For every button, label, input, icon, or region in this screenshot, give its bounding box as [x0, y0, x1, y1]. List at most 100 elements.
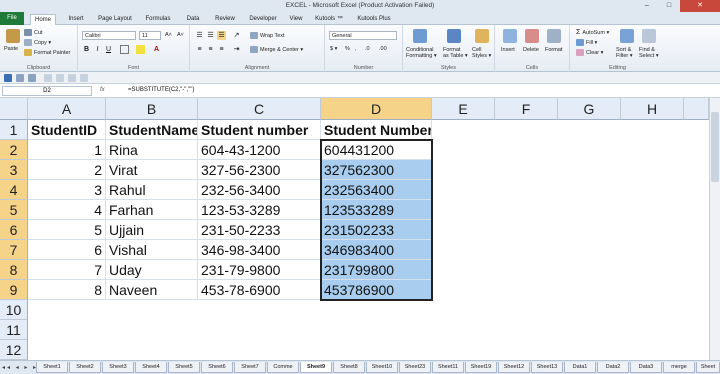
align-left-icon[interactable]: ≡ — [195, 45, 204, 54]
table-cell[interactable]: 6 — [28, 240, 106, 260]
sheet-tab-sheet1[interactable]: Sheet1 — [36, 362, 68, 373]
row-header[interactable]: 6 — [0, 220, 28, 240]
sheet-tab-sheet12[interactable]: Sheet12 — [498, 362, 530, 373]
sheet-tab-sheet8[interactable]: Sheet8 — [333, 362, 365, 373]
table-cell[interactable]: Virat — [106, 160, 198, 180]
underline-button[interactable]: U — [104, 45, 113, 54]
align-bottom-icon[interactable]: ☰ — [217, 31, 226, 40]
table-cell[interactable]: 7 — [28, 260, 106, 280]
sheet-tab-sheet10[interactable]: Sheet10 — [366, 362, 398, 373]
sheet-tab-sheet23[interactable]: Sheet23 — [399, 362, 431, 373]
select-all-corner[interactable] — [0, 98, 28, 120]
sheet-tab-sheet5[interactable]: Sheet5 — [168, 362, 200, 373]
tab-developer[interactable]: Developer — [245, 14, 281, 25]
insert-cells-button[interactable]: Insert — [501, 47, 515, 53]
paste-button[interactable]: Paste — [4, 46, 18, 52]
save-icon[interactable] — [4, 74, 12, 82]
tab-page-layout[interactable]: Page Layout — [94, 14, 136, 25]
tab-formulas[interactable]: Formulas — [141, 14, 175, 25]
sheet-tab-sheet11[interactable]: Sheet11 — [432, 362, 464, 373]
customize-toolbar-icon[interactable] — [44, 74, 52, 82]
sheet-tab-sheet[interactable]: Sheet — [696, 362, 720, 373]
tab-review[interactable]: Review — [210, 14, 240, 25]
sheet-tab-sheet13[interactable]: Sheet13 — [531, 362, 563, 373]
row-header[interactable]: 8 — [0, 260, 28, 280]
sheet-tab-data3[interactable]: Data3 — [630, 362, 662, 373]
table-cell[interactable]: 232-56-3400 — [198, 180, 321, 200]
conditional-formatting-button[interactable]: Conditional Formatting ▾ — [406, 47, 437, 59]
redo-icon[interactable] — [28, 74, 36, 82]
fill-color-icon[interactable] — [136, 45, 145, 54]
table-header-cell[interactable]: StudentName — [106, 120, 198, 140]
table-cell[interactable]: Naveen — [106, 280, 198, 300]
sheet-tab-sheet19[interactable]: Sheet19 — [465, 362, 497, 373]
tab-kutools[interactable]: Kutools ™ — [311, 14, 347, 25]
cell-styles-button[interactable]: Cell Styles ▾ — [472, 47, 491, 59]
align-middle-icon[interactable]: ☰ — [206, 31, 215, 40]
minimize-button[interactable]: – — [636, 0, 658, 12]
column-header-g[interactable]: G — [558, 98, 621, 120]
table-cell[interactable]: 231502233 — [321, 220, 432, 240]
row-header[interactable]: 11 — [0, 320, 28, 340]
table-cell[interactable]: 1 — [28, 140, 106, 160]
table-header-cell[interactable]: Student number — [198, 120, 321, 140]
row-header[interactable]: 1 — [0, 120, 28, 140]
find-select-button[interactable]: Find & Select ▾ — [639, 47, 659, 59]
table-cell[interactable]: 231-50-2233 — [198, 220, 321, 240]
font-name-select[interactable]: Calibri — [82, 31, 136, 40]
row-header[interactable]: 2 — [0, 140, 28, 160]
sheet-tab-data1[interactable]: Data1 — [564, 362, 596, 373]
vertical-scrollbar[interactable] — [709, 98, 720, 360]
tab-kutools-plus[interactable]: Kutools Plus — [352, 14, 396, 25]
column-header-a[interactable]: A — [28, 98, 106, 120]
percent-button[interactable]: % — [345, 46, 350, 52]
tab-file[interactable]: File — [0, 12, 24, 25]
shrink-font-button[interactable]: A˅ — [177, 32, 184, 38]
font-size-select[interactable]: 11 — [139, 31, 161, 40]
row-header[interactable]: 12 — [0, 340, 28, 360]
table-cell[interactable]: 604-43-1200 — [198, 140, 321, 160]
merge-center-button[interactable]: Merge & Center ▾ — [250, 46, 303, 53]
sheet-tab-sheet4[interactable]: Sheet4 — [135, 362, 167, 373]
copy-button[interactable]: Copy ▾ — [24, 39, 51, 46]
align-top-icon[interactable]: ☰ — [195, 31, 204, 40]
table-cell[interactable]: 346983400 — [321, 240, 432, 260]
table-cell[interactable]: 346-98-3400 — [198, 240, 321, 260]
column-header-e[interactable]: E — [432, 98, 495, 120]
table-cell[interactable]: Rahul — [106, 180, 198, 200]
sheet-tab-data2[interactable]: Data2 — [597, 362, 629, 373]
tab-insert[interactable]: Insert — [62, 14, 90, 25]
comma-button[interactable]: , — [355, 46, 357, 52]
cut-button[interactable]: Cut — [24, 29, 43, 36]
table-cell[interactable]: 453-78-6900 — [198, 280, 321, 300]
clear-button[interactable]: Clear ▾ — [576, 49, 603, 56]
name-box[interactable]: D2 — [2, 86, 92, 96]
sheet-tab-merge[interactable]: merge — [663, 362, 695, 373]
sheet-tab-comme[interactable]: Comme — [267, 362, 299, 373]
borders-icon[interactable] — [120, 45, 129, 54]
table-cell[interactable]: Ujjain — [106, 220, 198, 240]
table-cell[interactable]: 123-53-3289 — [198, 200, 321, 220]
sort-filter-button[interactable]: Sort & Filter ▾ — [616, 47, 633, 59]
tab-view[interactable]: View — [285, 14, 307, 25]
column-header-h[interactable]: H — [621, 98, 684, 120]
grow-font-button[interactable]: A˄ — [165, 32, 172, 38]
column-header-b[interactable]: B — [106, 98, 198, 120]
toolbar-button-icon[interactable] — [80, 74, 88, 82]
bold-button[interactable]: B — [82, 45, 91, 54]
column-header-f[interactable]: F — [495, 98, 558, 120]
close-button[interactable]: ✕ — [680, 0, 720, 12]
table-cell[interactable]: 2 — [28, 160, 106, 180]
wrap-text-button[interactable]: Wrap Text — [250, 32, 285, 39]
formula-input[interactable]: =SUBSTITUTE(C2,"-","") — [128, 87, 194, 93]
align-right-icon[interactable]: ≡ — [217, 45, 226, 54]
row-header[interactable]: 7 — [0, 240, 28, 260]
font-color-icon[interactable]: A — [152, 45, 161, 54]
toolbar-button-icon[interactable] — [56, 74, 64, 82]
decrease-decimal-button[interactable]: .00 — [379, 46, 387, 52]
indent-icon[interactable]: ⇥ — [232, 45, 241, 54]
table-header-cell[interactable]: Student Number — [321, 120, 432, 140]
undo-icon[interactable] — [16, 74, 24, 82]
table-cell[interactable]: 4 — [28, 200, 106, 220]
table-cell[interactable]: 604431200 — [321, 140, 432, 160]
